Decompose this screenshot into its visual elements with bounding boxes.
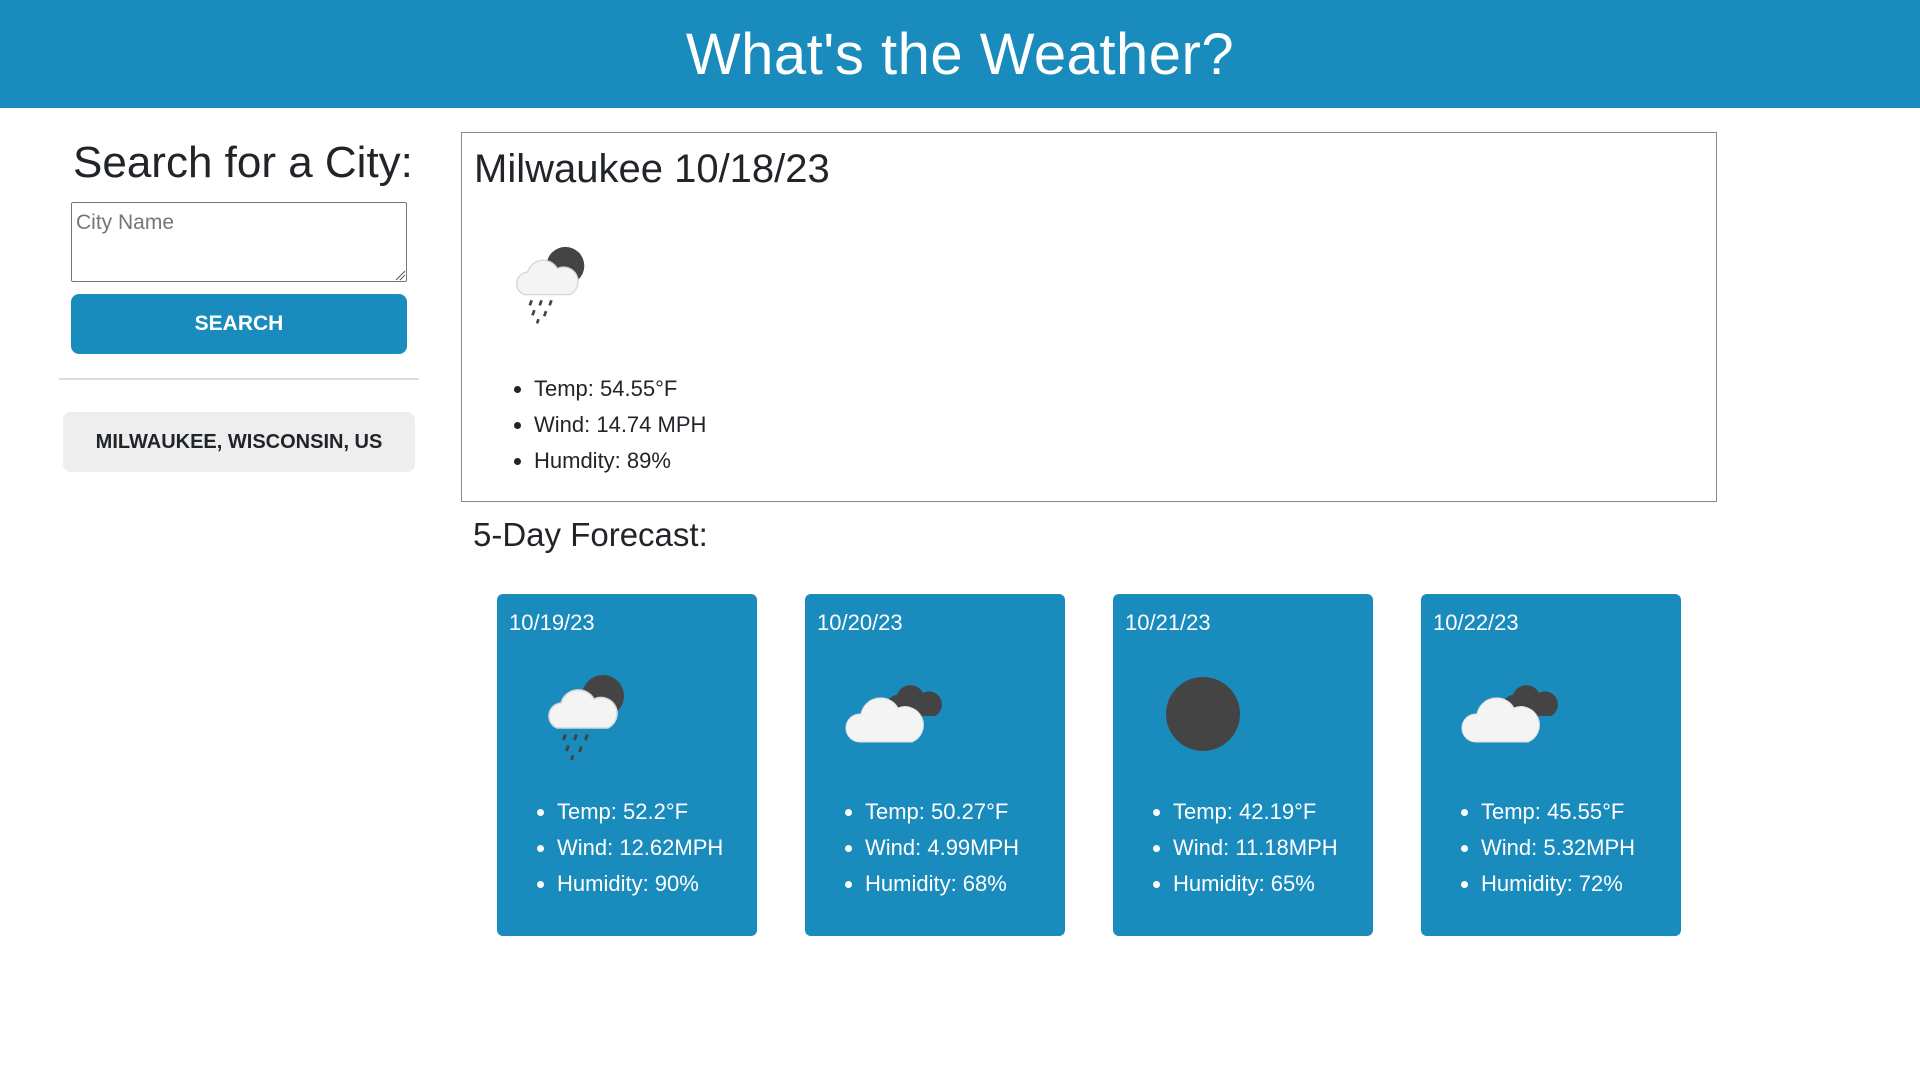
current-humidity: Humdity: 89%	[534, 443, 706, 479]
forecast-humidity: Humidity: 68%	[865, 866, 1019, 902]
current-city-date: Milwaukee 10/18/23	[474, 147, 830, 191]
forecast-stats-list: Temp: 45.55°F Wind: 5.32MPH Humidity: 72…	[1481, 794, 1635, 902]
city-name-input[interactable]	[71, 202, 407, 282]
forecast-wind: Wind: 11.18MPH	[1173, 830, 1338, 866]
broken-clouds-icon	[1461, 664, 1561, 764]
forecast-temp: Temp: 52.2°F	[557, 794, 723, 830]
forecast-stats-list: Temp: 50.27°F Wind: 4.99MPH Humidity: 68…	[865, 794, 1019, 902]
forecast-temp: Temp: 42.19°F	[1173, 794, 1338, 830]
rain-night-cloud-icon	[537, 664, 637, 764]
forecast-stats-list: Temp: 52.2°F Wind: 12.62MPH Humidity: 90…	[557, 794, 723, 902]
broken-clouds-icon	[845, 664, 945, 764]
clear-night-icon	[1153, 664, 1253, 764]
forecast-temp: Temp: 50.27°F	[865, 794, 1019, 830]
search-button[interactable]: SEARCH	[71, 294, 407, 354]
forecast-card: 10/19/23 Temp: 52.2°F Wind: 12.62MPH Hum…	[497, 594, 757, 936]
forecast-card: 10/22/23 Temp: 45.55°F Wind: 5.32MPH Hum…	[1421, 594, 1681, 936]
current-weather-panel: Milwaukee 10/18/23 Temp: 54.55°F Wind: 1…	[461, 132, 1717, 502]
forecast-humidity: Humidity: 65%	[1173, 866, 1338, 902]
page-header: What's the Weather?	[0, 0, 1920, 108]
forecast-wind: Wind: 4.99MPH	[865, 830, 1019, 866]
search-heading: Search for a City:	[73, 138, 413, 187]
forecast-stats-list: Temp: 42.19°F Wind: 11.18MPH Humidity: 6…	[1173, 794, 1338, 902]
current-wind: Wind: 14.74 MPH	[534, 407, 706, 443]
forecast-date: 10/20/23	[817, 610, 903, 635]
page-title: What's the Weather?	[685, 21, 1235, 87]
rain-night-cloud-icon	[506, 237, 596, 327]
current-temp: Temp: 54.55°F	[534, 371, 706, 407]
forecast-wind: Wind: 5.32MPH	[1481, 830, 1635, 866]
forecast-card: 10/20/23 Temp: 50.27°F Wind: 4.99MPH Hum…	[805, 594, 1065, 936]
forecast-heading: 5-Day Forecast:	[473, 516, 708, 553]
sidebar-divider	[59, 378, 419, 380]
history-city-button[interactable]: MILWAUKEE, WISCONSIN, US	[63, 412, 415, 472]
forecast-date: 10/21/23	[1125, 610, 1211, 635]
forecast-temp: Temp: 45.55°F	[1481, 794, 1635, 830]
current-stats-list: Temp: 54.55°F Wind: 14.74 MPH Humdity: 8…	[534, 371, 706, 479]
forecast-humidity: Humidity: 90%	[557, 866, 723, 902]
forecast-wind: Wind: 12.62MPH	[557, 830, 723, 866]
forecast-card: 10/21/23 Temp: 42.19°F Wind: 11.18MPH Hu…	[1113, 594, 1373, 936]
forecast-humidity: Humidity: 72%	[1481, 866, 1635, 902]
forecast-date: 10/22/23	[1433, 610, 1519, 635]
forecast-date: 10/19/23	[509, 610, 595, 635]
